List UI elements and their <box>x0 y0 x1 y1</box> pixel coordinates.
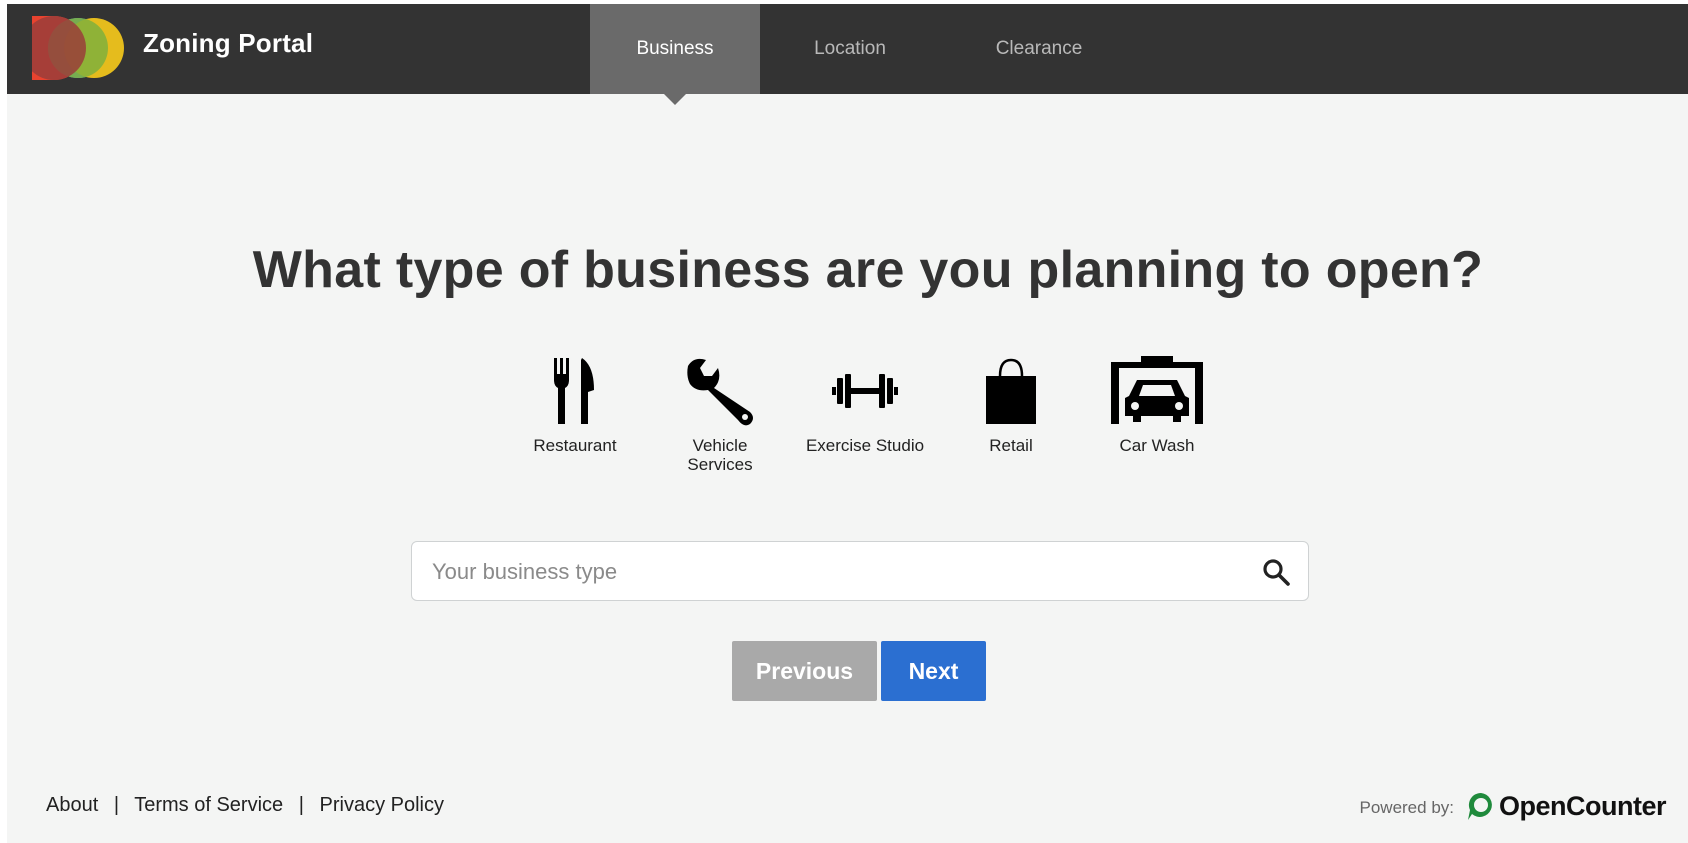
page-heading: What type of business are you planning t… <box>252 241 1484 299</box>
fork-knife-icon <box>554 358 594 424</box>
previous-button[interactable]: Previous <box>732 641 877 701</box>
category-restaurant[interactable]: Restaurant <box>515 356 635 455</box>
footer-links: About | Terms of Service | Privacy Polic… <box>46 794 444 817</box>
active-tab-pointer <box>664 94 686 105</box>
category-label: Exercise Studio <box>805 436 925 455</box>
shopping-bag-icon <box>986 358 1036 424</box>
search-icon[interactable] <box>1262 558 1290 586</box>
category-label: Car Wash <box>1119 436 1195 455</box>
tab-clearance-label: Clearance <box>995 38 1083 59</box>
category-label: Retail <box>989 436 1033 455</box>
tab-business-label: Business <box>636 38 714 59</box>
category-vehicle-services[interactable]: Vehicle Services <box>660 356 780 474</box>
footer-link-terms[interactable]: Terms of Service <box>134 794 283 816</box>
next-button[interactable]: Next <box>881 641 986 701</box>
footer-separator: | <box>298 794 304 816</box>
app-frame: Zoning Portal Business Location Clearanc… <box>7 4 1688 843</box>
category-label: Vehicle Services <box>687 436 753 474</box>
tab-location[interactable]: Location <box>780 4 920 94</box>
tab-business[interactable]: Business <box>590 4 760 105</box>
business-type-input[interactable] <box>430 542 1234 602</box>
brand-title[interactable]: Zoning Portal <box>143 28 313 59</box>
opencounter-brand[interactable]: OpenCounter <box>1499 791 1667 822</box>
powered-by-label: Powered by: <box>1359 798 1455 817</box>
wrench-icon <box>687 358 753 426</box>
top-navigation-bar: Zoning Portal Business Location Clearanc… <box>7 4 1688 105</box>
category-retail[interactable]: Retail <box>951 356 1071 455</box>
tab-clearance[interactable]: Clearance <box>964 4 1114 94</box>
opencounter-logo-icon <box>1468 792 1492 820</box>
business-type-search <box>411 541 1309 602</box>
powered-by: Powered by: OpenCounter <box>1360 790 1667 822</box>
footer-separator: | <box>113 794 120 816</box>
category-car-wash[interactable]: Car Wash <box>1097 356 1217 455</box>
zoning-portal-logo-icon <box>32 16 124 80</box>
category-exercise-studio[interactable]: Exercise Studio <box>805 356 925 455</box>
car-wash-icon <box>1111 356 1203 424</box>
tab-location-label: Location <box>814 38 886 59</box>
dumbbell-icon <box>832 374 898 408</box>
footer-link-about[interactable]: About <box>46 794 98 816</box>
category-label: Restaurant <box>533 436 617 455</box>
footer-link-privacy[interactable]: Privacy Policy <box>320 794 444 816</box>
